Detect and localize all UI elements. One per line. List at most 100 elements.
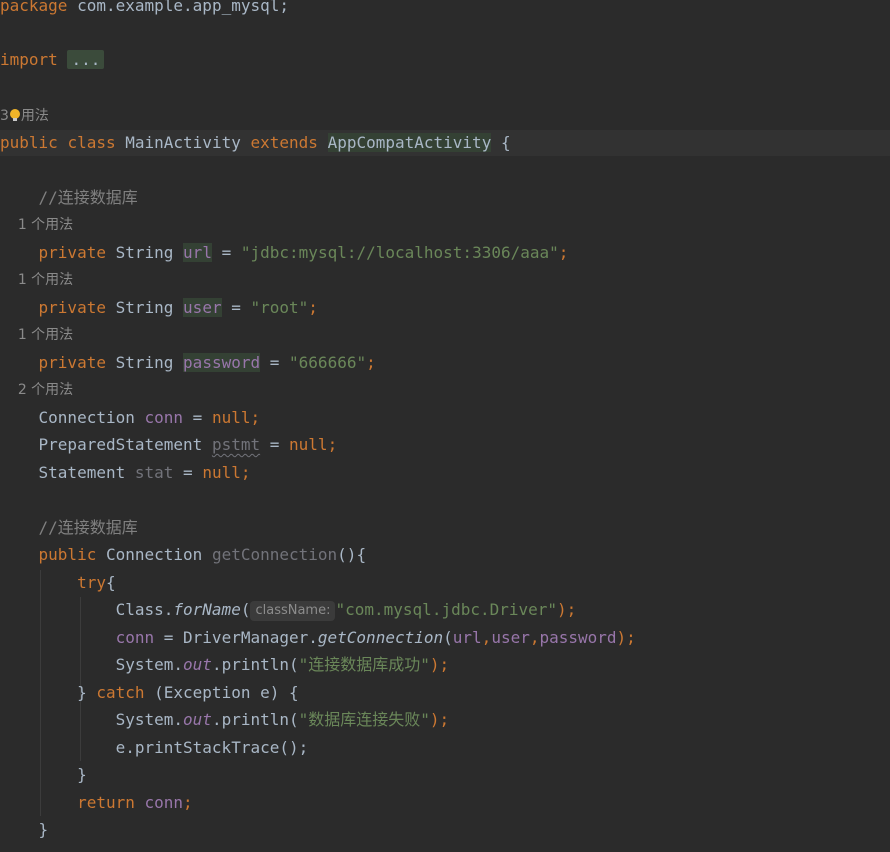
class-ref: DriverManager. bbox=[183, 628, 318, 647]
keyword-import: import bbox=[0, 50, 58, 69]
code-line-package[interactable]: package com.example.app_mysql; bbox=[0, 0, 890, 19]
code-line-comment[interactable]: //连接数据库 bbox=[0, 185, 890, 211]
method-name: getConnection bbox=[211, 545, 338, 564]
open-brace: { bbox=[105, 573, 116, 592]
close-paren-semicolon: ); bbox=[616, 628, 636, 647]
comma: , bbox=[481, 628, 492, 647]
class-ref: System. bbox=[115, 655, 184, 674]
keyword-null: null bbox=[211, 408, 251, 427]
semicolon: ; bbox=[183, 793, 193, 812]
close-paren-semicolon: ); bbox=[429, 710, 450, 729]
code-line-try[interactable]: try{ bbox=[0, 570, 890, 596]
string-literal: "连接数据库成功" bbox=[298, 655, 430, 674]
field-name-password: password bbox=[183, 353, 261, 372]
method-getconnection: getConnection bbox=[317, 628, 444, 647]
code-line-password-field[interactable]: private String password = "666666"; bbox=[0, 350, 890, 376]
keyword-public: public bbox=[38, 545, 97, 564]
usage-hint-user[interactable]: 1 个用法 bbox=[0, 269, 890, 291]
semicolon: ; bbox=[366, 353, 376, 372]
semicolon: ; bbox=[558, 243, 569, 262]
code-line-url-field[interactable]: private String url = "jdbc:mysql://local… bbox=[0, 240, 890, 266]
return-type: Connection bbox=[105, 545, 203, 564]
keyword-package: package bbox=[0, 0, 68, 15]
operator: = bbox=[154, 628, 184, 647]
code-line-method-declaration[interactable]: public Connection getConnection(){ bbox=[0, 542, 890, 568]
code-line-return[interactable]: return conn; bbox=[0, 790, 890, 816]
operator: = bbox=[183, 463, 193, 482]
semicolon: ; bbox=[327, 435, 338, 454]
method-params: (){ bbox=[337, 545, 367, 564]
lightbulb-icon[interactable] bbox=[9, 109, 20, 121]
code-line-close-method[interactable]: } bbox=[0, 817, 890, 843]
operator: = bbox=[231, 298, 241, 317]
keyword-class: class bbox=[67, 133, 116, 152]
field-name-user: user bbox=[183, 298, 222, 317]
close-brace: } bbox=[77, 765, 87, 784]
code-line-println-success[interactable]: System.out.println("连接数据库成功"); bbox=[0, 652, 890, 678]
usage-hint-url[interactable]: 1 个用法 bbox=[0, 214, 890, 236]
field-ref-conn: conn bbox=[115, 628, 155, 647]
code-editor[interactable]: package com.example.app_mysql; import ..… bbox=[0, 0, 890, 852]
usage-hint-password[interactable]: 1 个用法 bbox=[0, 324, 890, 346]
code-line-class-declaration[interactable]: public class MainActivity extends AppCom… bbox=[0, 130, 890, 156]
semicolon: ; bbox=[250, 408, 261, 427]
semicolon: ; bbox=[240, 463, 251, 482]
type-name: String bbox=[115, 243, 174, 262]
code-line-stat-field[interactable]: Statement stat = null; bbox=[0, 460, 890, 486]
type-name: PreparedStatement bbox=[38, 435, 203, 454]
open-paren: ( bbox=[443, 628, 453, 647]
usage-text: 1 个用法 bbox=[17, 272, 74, 288]
package-name: com.example.app_mysql; bbox=[77, 0, 289, 15]
string-literal: "jdbc:mysql://localhost:3306/aaa" bbox=[240, 243, 559, 262]
open-paren: ( bbox=[240, 600, 251, 619]
usage-count: 3 bbox=[0, 108, 9, 124]
usage-text: 2 个用法 bbox=[17, 382, 74, 398]
import-fold-toggle[interactable]: ... bbox=[67, 50, 105, 69]
field-name-pstmt: pstmt bbox=[211, 435, 261, 454]
static-field-out: out bbox=[183, 655, 212, 674]
string-literal: "root" bbox=[250, 298, 309, 317]
close-brace: } bbox=[77, 683, 97, 702]
statement-text: e.printStackTrace(); bbox=[115, 738, 309, 757]
keyword-private: private bbox=[38, 243, 106, 262]
field-ref-conn: conn bbox=[144, 793, 184, 812]
field-ref-url: url bbox=[452, 628, 482, 647]
keyword-return: return bbox=[77, 793, 135, 812]
field-ref-password: password bbox=[539, 628, 617, 647]
semicolon: ; bbox=[308, 298, 318, 317]
field-name-url: url bbox=[183, 243, 212, 262]
keyword-try: try bbox=[77, 573, 106, 592]
code-line-import[interactable]: import ... bbox=[0, 47, 890, 73]
code-line-user-field[interactable]: private String user = "root"; bbox=[0, 295, 890, 321]
type-name: Connection bbox=[38, 408, 135, 427]
type-name: Statement bbox=[38, 463, 126, 482]
code-line-conn-field[interactable]: Connection conn = null; bbox=[0, 405, 890, 431]
usage-hint-class[interactable]: 3 用法 bbox=[0, 105, 890, 127]
usage-hint-conn[interactable]: 2 个用法 bbox=[0, 379, 890, 401]
type-name: String bbox=[115, 353, 174, 372]
usage-text: 1 个用法 bbox=[17, 327, 74, 343]
operator: = bbox=[221, 243, 232, 262]
code-line-class-forname[interactable]: Class.forName(className: "com.mysql.jdbc.… bbox=[0, 597, 890, 623]
usage-text: 1 个用法 bbox=[17, 217, 74, 233]
code-line-print-stack-trace[interactable]: e.printStackTrace(); bbox=[0, 735, 890, 761]
method-forname: forName bbox=[173, 600, 241, 619]
code-line-pstmt-field[interactable]: PreparedStatement pstmt = null; bbox=[0, 432, 890, 458]
code-line-catch[interactable]: } catch (Exception e) { bbox=[0, 680, 890, 706]
code-line-close-catch[interactable]: } bbox=[0, 762, 890, 788]
code-line-comment[interactable]: //连接数据库 bbox=[0, 515, 890, 541]
keyword-extends: extends bbox=[250, 133, 318, 152]
close-paren-semicolon: ); bbox=[557, 600, 577, 619]
comment-text: //连接数据库 bbox=[38, 518, 138, 537]
keyword-private: private bbox=[38, 298, 106, 317]
close-brace: } bbox=[38, 820, 49, 839]
class-ref: Class. bbox=[115, 600, 174, 619]
class-ref: System. bbox=[115, 710, 184, 729]
string-literal: "数据库连接失败" bbox=[298, 710, 430, 729]
code-line-get-connection[interactable]: conn = DriverManager.getConnection(url,u… bbox=[0, 625, 890, 651]
code-line-println-fail[interactable]: System.out.println("数据库连接失败"); bbox=[0, 707, 890, 733]
class-name: MainActivity bbox=[125, 133, 241, 152]
keyword-null: null bbox=[289, 435, 328, 454]
usage-label: 用法 bbox=[20, 108, 49, 124]
field-name-stat: stat bbox=[134, 463, 174, 482]
